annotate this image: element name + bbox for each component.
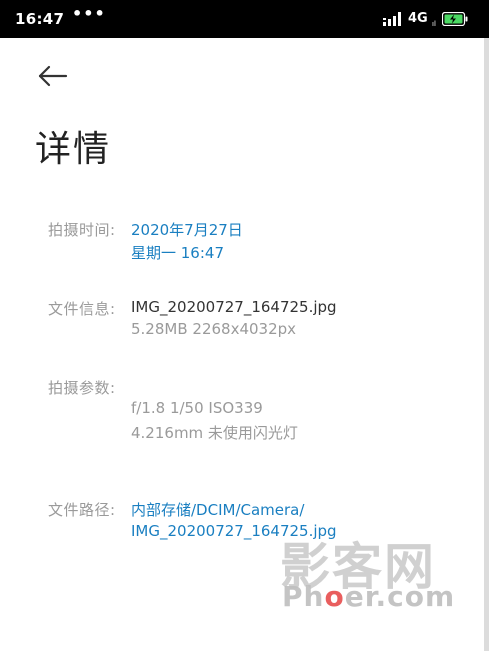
file-info-label: 文件信息: [48,300,116,318]
battery-charging-icon [442,12,468,26]
file-path-label: 文件路径: [48,501,116,519]
status-bar: 16:47 ••• 4G ıl [0,0,489,38]
focal-flash-value: 4.216mm 未使用闪光灯 [131,424,298,442]
exposure-params-value: f/1.8 1/50 ISO339 [131,399,263,417]
file-path-line1[interactable]: 内部存储/DCIM/Camera/ [131,499,304,520]
file-size-resolution-value: 5.28MB 2268x4032px [131,320,297,338]
shoot-date-value[interactable]: 2020年7月27日 [131,219,243,240]
details-screen: 16:47 ••• 4G ıl 详情 拍摄时间: 2020年7月27日 星期一 … [0,0,489,651]
shoot-weekday-time-value[interactable]: 星期一 16:47 [131,242,224,263]
network-type: 4G [408,11,428,26]
watermark-en-o: o [324,580,345,613]
watermark-logo-en: Phoer.com [282,580,455,613]
back-arrow-icon[interactable] [30,58,74,94]
status-time: 16:47 [15,10,65,28]
shoot-params-label: 拍摄参数: [48,379,116,397]
right-edge-strip [484,38,489,651]
network-signal-small: ıl [432,20,436,28]
watermark-en-part2: er.com [344,580,456,613]
notification-dots: ••• [72,4,106,23]
page-title: 详情 [35,129,112,170]
file-name-value: IMG_20200727_164725.jpg [131,298,337,316]
signal-icon [383,12,401,26]
watermark-en-part1: Ph [282,580,325,613]
shoot-time-label: 拍摄时间: [48,221,116,239]
